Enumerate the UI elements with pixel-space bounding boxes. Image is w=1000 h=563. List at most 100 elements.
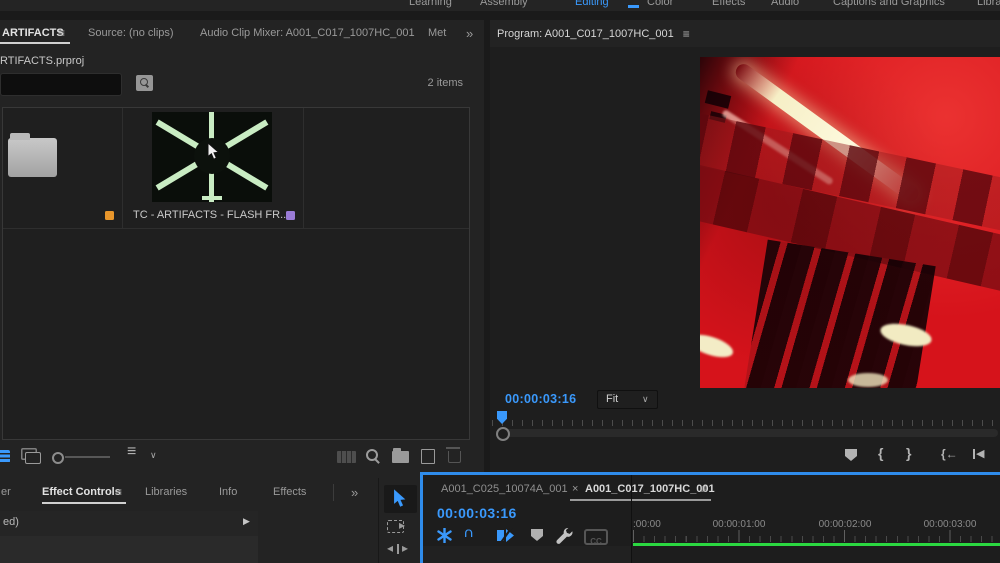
tab-project-artifacts[interactable]: ARTIFACTS xyxy=(2,27,64,39)
snap-toggle-icon[interactable]: ∩ xyxy=(463,524,474,541)
effect-controls-body xyxy=(0,536,258,563)
sequence-tab-active[interactable]: A001_C017_1007HC_001 xyxy=(585,483,715,495)
sequence-tab-close-icon[interactable]: × xyxy=(572,483,578,495)
search-bin-handle xyxy=(145,84,149,88)
freeform-view-icon[interactable] xyxy=(337,451,356,463)
tab-audio-clip-mixer[interactable]: Audio Clip Mixer: A001_C017_1007HC_001 xyxy=(200,27,415,39)
clip-name-label[interactable]: TC - ARTIFACTS - FLASH FR... xyxy=(133,209,289,221)
lower-left-tabs: er Effect Controls ≡ Libraries Info Effe… xyxy=(0,484,378,506)
tab-metadata[interactable]: Met xyxy=(428,27,446,39)
cc-text: CC xyxy=(590,537,602,546)
workspace-tab-libraries[interactable]: Libraries xyxy=(977,0,1000,8)
premiere-window: Learning Assembly Editing Color Effects … xyxy=(0,0,1000,563)
timeline-ruler[interactable] xyxy=(633,530,1000,542)
go-to-in-arrow: ← xyxy=(946,447,958,461)
tab-truncated-left[interactable]: er xyxy=(1,486,11,498)
zoom-slider-track[interactable] xyxy=(65,456,110,458)
icon-view-icon[interactable] xyxy=(25,452,41,464)
program-ruler[interactable] xyxy=(492,417,998,426)
bin-item-clip-thumbnail[interactable] xyxy=(152,112,272,202)
track-select-tool-button[interactable]: ▸ xyxy=(387,519,413,533)
selection-tool-button[interactable] xyxy=(384,485,417,513)
list-view-icon[interactable] xyxy=(0,450,10,463)
twirl-caret-icon[interactable]: ▶ xyxy=(243,516,250,527)
panel-menu-icon[interactable]: ≡ xyxy=(58,26,65,40)
effect-controls-clip-label: ed) xyxy=(3,516,19,528)
workspace-tab-learning[interactable]: Learning xyxy=(409,0,452,8)
new-item-icon[interactable] xyxy=(421,449,435,464)
tab-overflow-icon[interactable]: » xyxy=(466,26,473,41)
tab-effects[interactable]: Effects xyxy=(273,486,306,498)
program-tab[interactable]: Program: A001_C017_1007HC_001 ≡ xyxy=(497,27,690,41)
timeline-settings-wrench-icon[interactable] xyxy=(555,527,575,545)
program-timecode[interactable]: 00:00:03:16 xyxy=(505,392,576,406)
ruler-label-2: 00:00:02:00 xyxy=(819,519,872,530)
new-bin-icon[interactable] xyxy=(392,451,409,463)
effect-controls-menu-icon[interactable]: ≡ xyxy=(115,485,122,499)
program-zoom-scroll-track[interactable] xyxy=(503,429,998,437)
zoom-slider-handle[interactable] xyxy=(52,452,64,464)
clip-label-badge[interactable] xyxy=(286,211,295,220)
workspace-bar: Learning Assembly Editing Color Effects … xyxy=(0,0,1000,11)
workspace-tab-captions[interactable]: Captions and Graphics xyxy=(833,0,945,8)
add-marker-button[interactable] xyxy=(845,449,857,461)
timeline-add-marker-icon[interactable] xyxy=(531,529,543,541)
project-file-name: RTIFACTS.prproj xyxy=(0,55,84,67)
render-bar-green xyxy=(633,543,1000,546)
project-panel-tabs: ARTIFACTS ≡ Source: (no clips) Audio Cli… xyxy=(0,26,484,46)
tab-source-monitor[interactable]: Source: (no clips) xyxy=(88,27,174,39)
selection-tool-icon xyxy=(393,489,408,509)
ruler-label-3: 00:00:03:00 xyxy=(924,519,977,530)
ripple-edit-tool-button[interactable]: ◂ ▸ xyxy=(387,542,413,556)
sort-icon[interactable]: ≡ xyxy=(127,443,136,461)
items-count: 2 items xyxy=(399,77,463,89)
sort-chevron-down-icon[interactable]: ∨ xyxy=(150,450,157,461)
sequence-tab-menu-icon[interactable]: ≡ xyxy=(700,482,707,496)
tab-libraries[interactable]: Libraries xyxy=(145,486,187,498)
program-panel-menu-icon[interactable]: ≡ xyxy=(683,27,690,41)
search-input[interactable] xyxy=(0,73,122,96)
workspace-tab-audio[interactable]: Audio xyxy=(771,0,799,8)
track-header-area[interactable] xyxy=(423,546,631,563)
program-monitor-group: Program: A001_C017_1007HC_001 ≡ 00:00:03… xyxy=(490,20,1000,478)
workspace-tab-assembly[interactable]: Assembly xyxy=(480,0,528,8)
zoom-chevron-down-icon: ∨ xyxy=(642,394,649,405)
track-select-arrow-icon: ▸ xyxy=(399,518,405,532)
zoom-level-dropdown[interactable]: Fit ∨ xyxy=(597,390,658,409)
tab-info[interactable]: Info xyxy=(219,486,237,498)
ripple-bar xyxy=(397,544,399,554)
captions-cc-icon[interactable]: CC xyxy=(584,529,608,545)
workspace-menu-icon[interactable] xyxy=(628,5,639,8)
search-bin-icon[interactable] xyxy=(136,75,153,91)
bin-item-folder-icon[interactable] xyxy=(8,138,57,177)
effect-controls-header-row[interactable]: ed) ▶ xyxy=(0,511,258,536)
go-to-in-button[interactable]: {← xyxy=(941,447,958,461)
timeline-panel: A001_C025_10074A_001 × A001_C017_1007HC_… xyxy=(420,472,1000,563)
step-back-triangle: ◀ xyxy=(976,447,984,460)
active-tab-underline xyxy=(0,42,70,44)
sequence-tab-underline xyxy=(570,499,711,501)
workspace-tab-effects[interactable]: Effects xyxy=(712,0,745,8)
workspace-tab-color[interactable]: Color xyxy=(647,0,673,8)
step-back-bar xyxy=(973,449,975,459)
workspace-tab-editing[interactable]: Editing xyxy=(575,0,609,8)
lower-left-overflow-icon[interactable]: » xyxy=(351,485,358,500)
program-zoom-scroll-handle[interactable] xyxy=(496,427,510,441)
folder-label-badge[interactable] xyxy=(105,211,114,220)
tab-effect-controls[interactable]: Effect Controls xyxy=(42,486,121,498)
timeline-timecode[interactable]: 00:00:03:16 xyxy=(437,505,517,521)
grid-line-v1 xyxy=(122,108,123,228)
trash-icon[interactable] xyxy=(448,451,461,463)
linked-selection-icon[interactable] xyxy=(496,528,515,543)
program-video-frame[interactable] xyxy=(700,57,1000,388)
mark-in-button[interactable]: { xyxy=(878,445,883,461)
find-icon[interactable] xyxy=(366,449,375,458)
ruler-label-1: 00:00:01:00 xyxy=(713,519,766,530)
tab-divider xyxy=(333,484,334,501)
mark-out-button[interactable]: } xyxy=(906,445,911,461)
nest-toggle-icon[interactable] xyxy=(437,528,452,543)
lower-left-panel-group: er Effect Controls ≡ Libraries Info Effe… xyxy=(0,478,378,563)
sequence-tab-inactive[interactable]: A001_C025_10074A_001 xyxy=(441,483,568,495)
video-bright-spot3 xyxy=(848,373,888,387)
bin-content-area[interactable]: TC - ARTIFACTS - FLASH FR... xyxy=(2,107,470,440)
